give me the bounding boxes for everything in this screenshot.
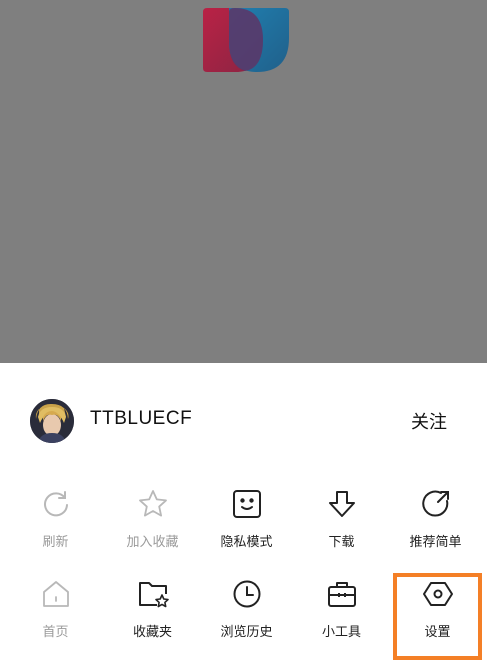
star-icon — [136, 487, 170, 521]
menu-item-private-mode[interactable]: 隐私模式 — [198, 487, 295, 567]
menu-item-label: 首页 — [42, 625, 69, 640]
menu-item-label: 推荐简单 — [409, 535, 462, 550]
menu-item-refresh[interactable]: 刷新 — [7, 487, 104, 567]
privacy-face-icon — [230, 487, 264, 521]
dimmed-background-overlay[interactable] — [0, 0, 487, 363]
menu-item-history[interactable]: 浏览历史 — [198, 577, 295, 657]
favorites-folder-icon — [136, 577, 170, 611]
menu-item-tools[interactable]: 小工具 — [293, 577, 390, 657]
username: TTBLUECF — [90, 408, 193, 429]
menu-item-label: 下载 — [328, 535, 355, 550]
menu-item-label: 收藏夹 — [132, 625, 172, 640]
home-icon — [39, 577, 73, 611]
menu-item-recommend[interactable]: 推荐简单 — [387, 487, 484, 567]
menu-item-download[interactable]: 下载 — [293, 487, 390, 567]
menu-item-label: 浏览历史 — [220, 625, 273, 640]
share-arrow-icon — [419, 487, 453, 521]
menu-item-label: 刷新 — [42, 535, 69, 550]
menu-item-home[interactable]: 首页 — [7, 577, 104, 657]
toolbox-icon — [325, 577, 359, 611]
clock-icon — [230, 577, 264, 611]
menu-item-add-favorite[interactable]: 加入收藏 — [104, 487, 201, 567]
avatar[interactable] — [30, 399, 74, 443]
profile-row: TTBLUECF 关注 — [0, 399, 487, 445]
menu-item-label: 小工具 — [321, 625, 361, 640]
menu-item-label: 隐私模式 — [220, 535, 273, 550]
download-arrow-icon — [325, 487, 359, 521]
follow-button[interactable]: 关注 — [405, 405, 453, 437]
app-logo — [203, 8, 289, 72]
menu-item-favorites[interactable]: 收藏夹 — [104, 577, 201, 657]
avatar-image — [30, 399, 74, 443]
settings-highlight-box — [393, 573, 482, 660]
menu-item-label: 加入收藏 — [126, 535, 179, 550]
refresh-icon — [39, 487, 73, 521]
